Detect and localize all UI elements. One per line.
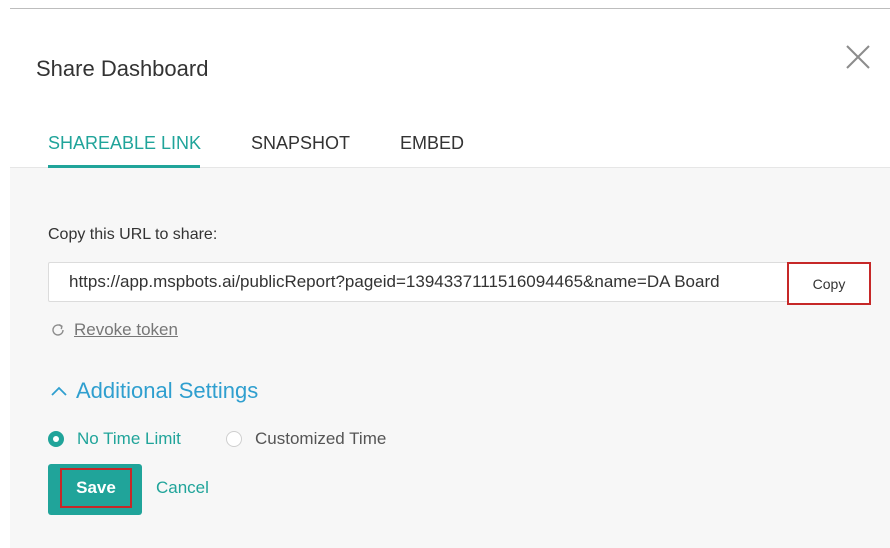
radio-no-time-limit[interactable]: No Time Limit: [48, 428, 181, 450]
tab-shareable-link[interactable]: SHAREABLE LINK: [48, 132, 201, 154]
radio-label-no-time-limit: No Time Limit: [77, 429, 181, 448]
active-tab-indicator: [48, 165, 200, 168]
share-url-label: Copy this URL to share:: [48, 226, 218, 243]
additional-settings-toggle[interactable]: Additional Settings: [50, 377, 258, 405]
revoke-token-label: Revoke token: [74, 320, 178, 339]
copy-button[interactable]: Copy: [787, 262, 871, 305]
radio-unchecked-icon: [226, 431, 242, 447]
chevron-up-icon: [51, 386, 67, 396]
close-button[interactable]: [843, 42, 873, 72]
radio-label-customized-time: Customized Time: [255, 429, 387, 448]
revoke-token-link[interactable]: Revoke token: [50, 320, 178, 340]
radio-customized-time[interactable]: Customized Time: [226, 428, 386, 450]
cancel-button[interactable]: Cancel: [156, 478, 209, 498]
screenshot-canvas: Share Dashboard SHAREABLE LINK SNAPSHOT …: [0, 0, 890, 548]
additional-settings-label: Additional Settings: [76, 378, 259, 403]
save-button-label: Save: [60, 468, 132, 508]
dialog-header: Share Dashboard SHAREABLE LINK SNAPSHOT …: [10, 9, 890, 168]
radio-checked-icon: [48, 431, 64, 447]
refresh-icon: [52, 323, 64, 336]
dialog-title: Share Dashboard: [36, 56, 209, 81]
share-dashboard-dialog: Share Dashboard SHAREABLE LINK SNAPSHOT …: [10, 9, 890, 548]
tab-embed[interactable]: EMBED: [400, 132, 464, 154]
save-button[interactable]: Save: [48, 464, 142, 515]
tab-snapshot[interactable]: SNAPSHOT: [251, 132, 350, 154]
share-url-input[interactable]: [49, 263, 787, 301]
close-icon: [846, 45, 870, 69]
share-url-field: [48, 262, 862, 302]
